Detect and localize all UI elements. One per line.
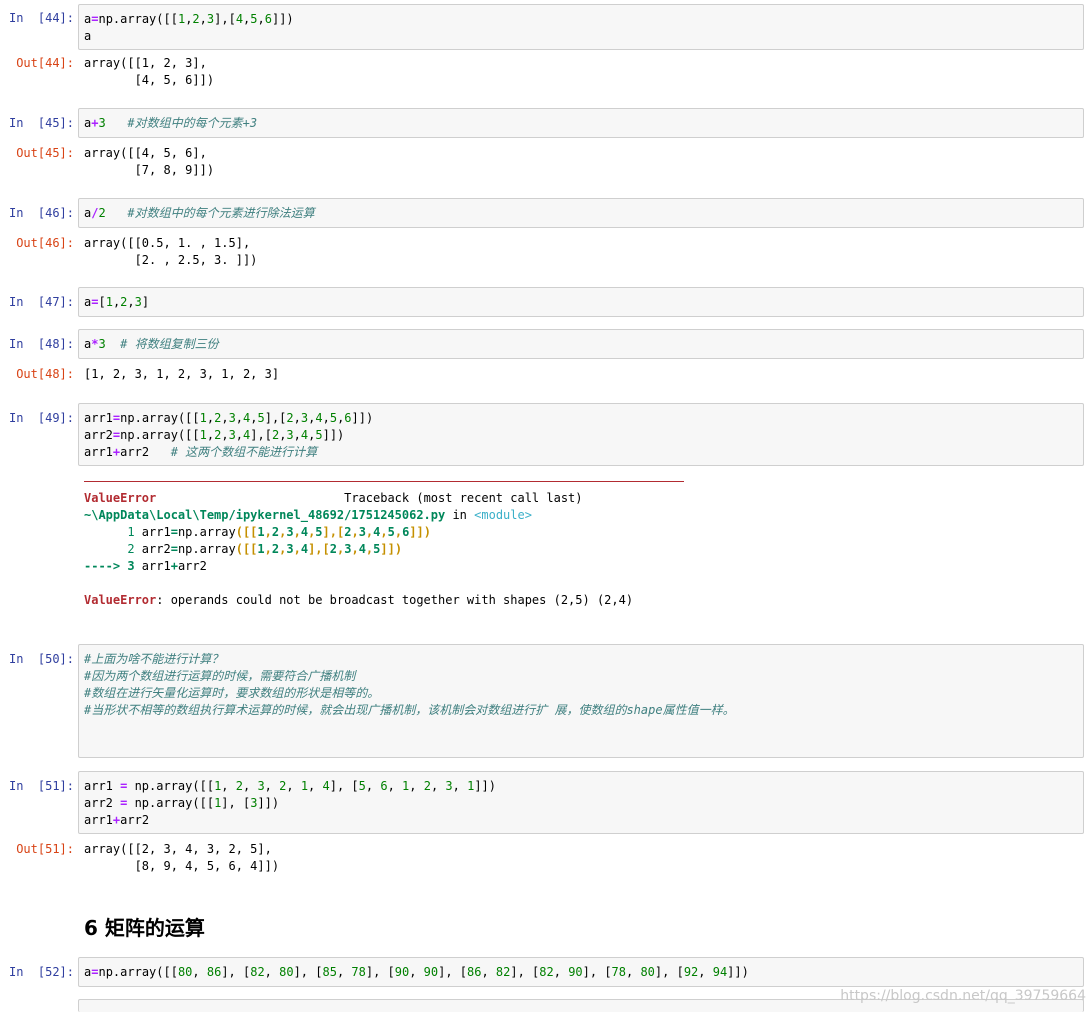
output-line: array([[0.5, 1. , 1.5],: [84, 236, 251, 250]
code-line: arr1+arr2 # 这两个数组不能进行计算: [84, 445, 318, 459]
out-prompt-48: Out[48]:: [16, 367, 74, 381]
traceback-divider: [84, 481, 684, 482]
in-prompt-45: In [45]:: [8, 116, 74, 130]
output-48: [1, 2, 3, 1, 2, 3, 1, 2, 3]: [84, 366, 279, 383]
code-line: a*3 # 将数组复制三份: [84, 337, 219, 351]
in-prompt-47: In [47]:: [8, 295, 74, 309]
code-line: arr1+arr2: [84, 813, 150, 827]
in-prompt-51: In [51]:: [8, 779, 74, 793]
code-comment-line: #数组在进行矢量化运算时，要求数组的形状是相等的。: [84, 686, 380, 700]
out-prompt-45: Out[45]:: [16, 146, 74, 160]
in-prompt-48: In [48]:: [8, 337, 74, 351]
in-prompt-49: In [49]:: [8, 411, 74, 425]
in-prompt-46: In [46]:: [8, 206, 74, 220]
code-line: arr2 = np.array([[1], [3]]): [84, 796, 280, 810]
output-line: [1, 2, 3, 1, 2, 3, 1, 2, 3]: [84, 367, 280, 381]
code-line: a+3 #对数组中的每个元素+3: [84, 116, 258, 130]
code-line: arr1 = np.array([[1, 2, 3, 2, 1, 4], [5,…: [84, 779, 496, 793]
code-cell-52[interactable]: a=np.array([[80, 86], [82, 80], [85, 78]…: [78, 957, 1084, 987]
traceback-code-line: ----> 3 arr1+arr2: [84, 559, 207, 573]
code-cell-44[interactable]: a=np.array([[1,2,3],[4,5,6]]) a: [78, 4, 1084, 50]
code-comment-line: #因为两个数组进行运算的时候，需要符合广播机制: [84, 669, 356, 683]
in-prompt-50: In [50]:: [8, 652, 74, 666]
code-cell-46[interactable]: a/2 #对数组中的每个元素进行除法运算: [78, 198, 1084, 228]
output-line: array([[1, 2, 3],: [84, 56, 207, 70]
markdown-heading: 6 矩阵的运算: [84, 916, 205, 940]
code-cell-50[interactable]: #上面为啥不能进行计算？ #因为两个数组进行运算的时候，需要符合广播机制 #数组…: [78, 644, 1084, 758]
code-cell-47[interactable]: a=[1,2,3]: [78, 287, 1084, 317]
code-cell-49[interactable]: arr1=np.array([[1,2,3,4,5],[2,3,4,5,6]])…: [78, 403, 1084, 466]
output-45: array([[4, 5, 6], [7, 8, 9]]): [84, 145, 214, 179]
in-prompt-52: In [52]:: [8, 965, 74, 979]
output-line: array([[2, 3, 4, 3, 2, 5],: [84, 842, 272, 856]
in-prompt-44: In [44]:: [8, 11, 74, 25]
traceback-path: ~\AppData\Local\Temp/ipykernel_48692/175…: [84, 508, 446, 522]
code-comment-line: #当形状不相等的数组执行算术运算的时候，就会出现广播机制，该机制会对数组进行扩 …: [84, 703, 735, 717]
output-44: array([[1, 2, 3], [4, 5, 6]]): [84, 55, 214, 89]
out-prompt-46: Out[46]:: [16, 236, 74, 250]
code-cell-51[interactable]: arr1 = np.array([[1, 2, 3, 2, 1, 4], [5,…: [78, 771, 1084, 834]
code-line: a=np.array([[80, 86], [82, 80], [85, 78]…: [84, 965, 749, 979]
code-line: arr2=np.array([[1,2,3,4],[2,3,4,5]]): [84, 428, 345, 442]
output-line: [7, 8, 9]]): [84, 163, 215, 177]
out-prompt-44: Out[44]:: [16, 56, 74, 70]
traceback-header: ValueError Traceback (most recent call l…: [84, 490, 633, 507]
code-line: a: [84, 29, 92, 43]
output-46: array([[0.5, 1. , 1.5], [2. , 2.5, 3. ]]…: [84, 235, 257, 269]
output-line: [4, 5, 6]]): [84, 73, 215, 87]
code-cell-45[interactable]: a+3 #对数组中的每个元素+3: [78, 108, 1084, 138]
traceback-code-line: 1 arr1=np.array([[1,2,3,4,5],[2,3,4,5,6]…: [84, 525, 432, 539]
traceback-output: ValueError Traceback (most recent call l…: [84, 490, 633, 609]
code-line: a/2 #对数组中的每个元素进行除法运算: [84, 206, 315, 220]
error-name: ValueError: [84, 491, 157, 505]
output-line: [8, 9, 4, 5, 6, 4]]): [84, 859, 280, 873]
output-line: array([[4, 5, 6],: [84, 146, 207, 160]
traceback-title: Traceback (most recent call last): [344, 491, 583, 505]
watermark: https://blog.csdn.net/qq_39759664: [840, 988, 1086, 1004]
traceback-code-line: 2 arr2=np.array([[1,2,3,4],[2,3,4,5]]): [84, 542, 403, 556]
code-line: a=[1,2,3]: [84, 295, 150, 309]
code-line: arr1=np.array([[1,2,3,4,5],[2,3,4,5,6]]): [84, 411, 374, 425]
code-cell-48[interactable]: a*3 # 将数组复制三份: [78, 329, 1084, 359]
code-line: a=np.array([[1,2,3],[4,5,6]]): [84, 12, 294, 26]
output-line: [2. , 2.5, 3. ]]): [84, 253, 258, 267]
out-prompt-51: Out[51]:: [16, 842, 74, 856]
output-51: array([[2, 3, 4, 3, 2, 5], [8, 9, 4, 5, …: [84, 841, 279, 875]
code-comment-line: #上面为啥不能进行计算？: [84, 652, 224, 666]
error-message-line: ValueError: operands could not be broadc…: [84, 593, 634, 607]
error-message: : operands could not be broadcast togeth…: [156, 593, 634, 607]
traceback-module: <module>: [474, 508, 532, 522]
traceback-path-line: ~\AppData\Local\Temp/ipykernel_48692/175…: [84, 508, 532, 522]
